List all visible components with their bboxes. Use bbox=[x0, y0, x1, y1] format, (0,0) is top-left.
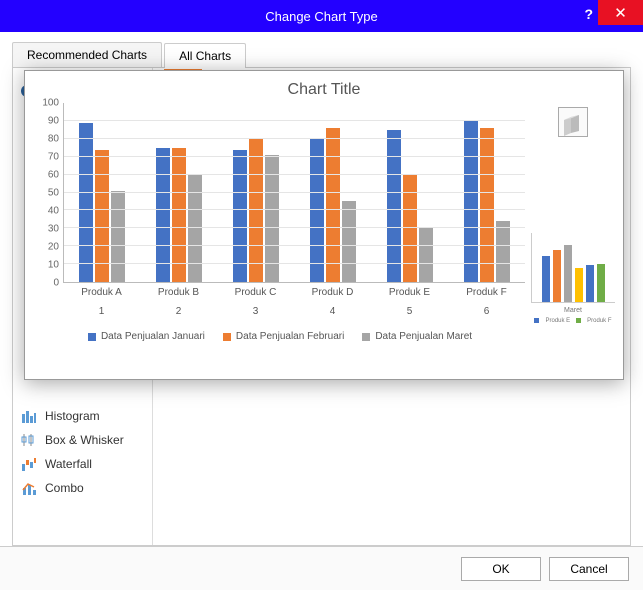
sidebar-item-label: Combo bbox=[45, 481, 84, 495]
sidebar-item-waterfall[interactable]: Waterfall bbox=[13, 452, 152, 476]
bar bbox=[326, 128, 340, 282]
bar bbox=[586, 265, 594, 302]
legend-swatch bbox=[362, 333, 370, 341]
combo-icon bbox=[21, 480, 37, 496]
y-tick: 30 bbox=[48, 224, 59, 235]
bar bbox=[542, 256, 550, 302]
bar-group bbox=[64, 103, 141, 282]
bar bbox=[342, 201, 356, 282]
bar-group bbox=[218, 103, 295, 282]
bar bbox=[310, 139, 324, 282]
x-tick: Produk E5 bbox=[371, 283, 448, 317]
bar bbox=[249, 139, 263, 282]
x-tick: Produk F6 bbox=[448, 283, 525, 317]
legend-item: Data Penjualan Maret bbox=[362, 331, 472, 342]
bar-group bbox=[294, 103, 371, 282]
y-tick: 90 bbox=[48, 116, 59, 127]
boxwhisker-icon bbox=[21, 432, 37, 448]
legend-item: Data Penjualan Februari bbox=[223, 331, 344, 342]
sidebar-item-boxwhisker[interactable]: Box & Whisker bbox=[13, 428, 152, 452]
bar bbox=[464, 121, 478, 282]
y-tick: 40 bbox=[48, 206, 59, 217]
bar bbox=[79, 123, 93, 282]
x-tick: Produk B2 bbox=[140, 283, 217, 317]
sidebar-item-label: Histogram bbox=[45, 409, 100, 423]
bar bbox=[564, 245, 572, 303]
bar bbox=[575, 268, 583, 303]
bar bbox=[597, 264, 605, 302]
bar bbox=[111, 191, 125, 282]
y-tick: 100 bbox=[42, 98, 59, 109]
chart-title: Chart Title bbox=[35, 81, 613, 99]
x-tick: Produk C3 bbox=[217, 283, 294, 317]
legend-swatch bbox=[534, 318, 539, 323]
bar-group bbox=[141, 103, 218, 282]
tabs: Recommended Charts All Charts bbox=[12, 42, 631, 68]
y-axis: 0102030405060708090100 bbox=[35, 103, 63, 283]
sidebar-item-histogram[interactable]: Histogram bbox=[13, 404, 152, 428]
x-tick: Produk D4 bbox=[294, 283, 371, 317]
bar bbox=[387, 130, 401, 282]
cancel-button[interactable]: Cancel bbox=[549, 557, 629, 581]
chart-preview-small: Maret Produk E Produk F bbox=[525, 103, 615, 342]
bar bbox=[496, 221, 510, 282]
mini-plot bbox=[531, 233, 615, 303]
help-button[interactable]: ? bbox=[584, 6, 593, 22]
y-tick: 0 bbox=[53, 278, 59, 289]
dialog-footer: OK Cancel bbox=[0, 546, 643, 590]
legend-swatch bbox=[88, 333, 96, 341]
y-tick: 70 bbox=[48, 152, 59, 163]
y-tick: 80 bbox=[48, 134, 59, 145]
legend-swatch bbox=[576, 318, 581, 323]
bar bbox=[553, 250, 561, 302]
legend-swatch bbox=[223, 333, 231, 341]
tab-all[interactable]: All Charts bbox=[164, 43, 246, 68]
sidebar-item-label: Waterfall bbox=[45, 457, 92, 471]
legend-item: Data Penjualan Januari bbox=[88, 331, 205, 342]
x-axis: Produk A1Produk B2Produk C3Produk D4Prod… bbox=[63, 283, 525, 317]
mini-xlabel: Maret bbox=[531, 307, 615, 314]
titlebar: Change Chart Type ? ✕ bbox=[0, 0, 643, 32]
bar bbox=[480, 128, 494, 282]
histogram-icon bbox=[21, 408, 37, 424]
waterfall-icon bbox=[21, 456, 37, 472]
dialog-content: Recommended Charts All Charts R Histogra… bbox=[0, 32, 643, 546]
bar bbox=[172, 148, 186, 282]
sidebar-item-label: Box & Whisker bbox=[45, 433, 124, 447]
y-tick: 10 bbox=[48, 260, 59, 271]
y-tick: 20 bbox=[48, 242, 59, 253]
ok-button[interactable]: OK bbox=[461, 557, 541, 581]
legend: Data Penjualan Januari Data Penjualan Feb… bbox=[35, 331, 525, 342]
dialog-title: Change Chart Type bbox=[0, 9, 643, 24]
sidebar-item-combo[interactable]: Combo bbox=[13, 476, 152, 500]
bar-group bbox=[448, 103, 525, 282]
close-button[interactable]: ✕ bbox=[598, 0, 643, 25]
bar bbox=[419, 227, 433, 282]
y-tick: 60 bbox=[48, 170, 59, 181]
chart-main: 0102030405060708090100 Produk A1Produk B… bbox=[35, 103, 525, 342]
bar bbox=[156, 148, 170, 282]
chart-preview-large: Chart Title 0 10 20 30 40 50 60 70 80 90 100 Produ… bbox=[24, 70, 624, 380]
chart-3d-thumbnail[interactable] bbox=[558, 107, 588, 137]
y-tick: 50 bbox=[48, 188, 59, 199]
mini-legend: Produk E Produk F bbox=[531, 318, 615, 324]
x-tick: Produk A1 bbox=[63, 283, 140, 317]
plot-area bbox=[63, 103, 525, 283]
bar-group bbox=[371, 103, 448, 282]
tab-recommended[interactable]: Recommended Charts bbox=[12, 42, 162, 67]
